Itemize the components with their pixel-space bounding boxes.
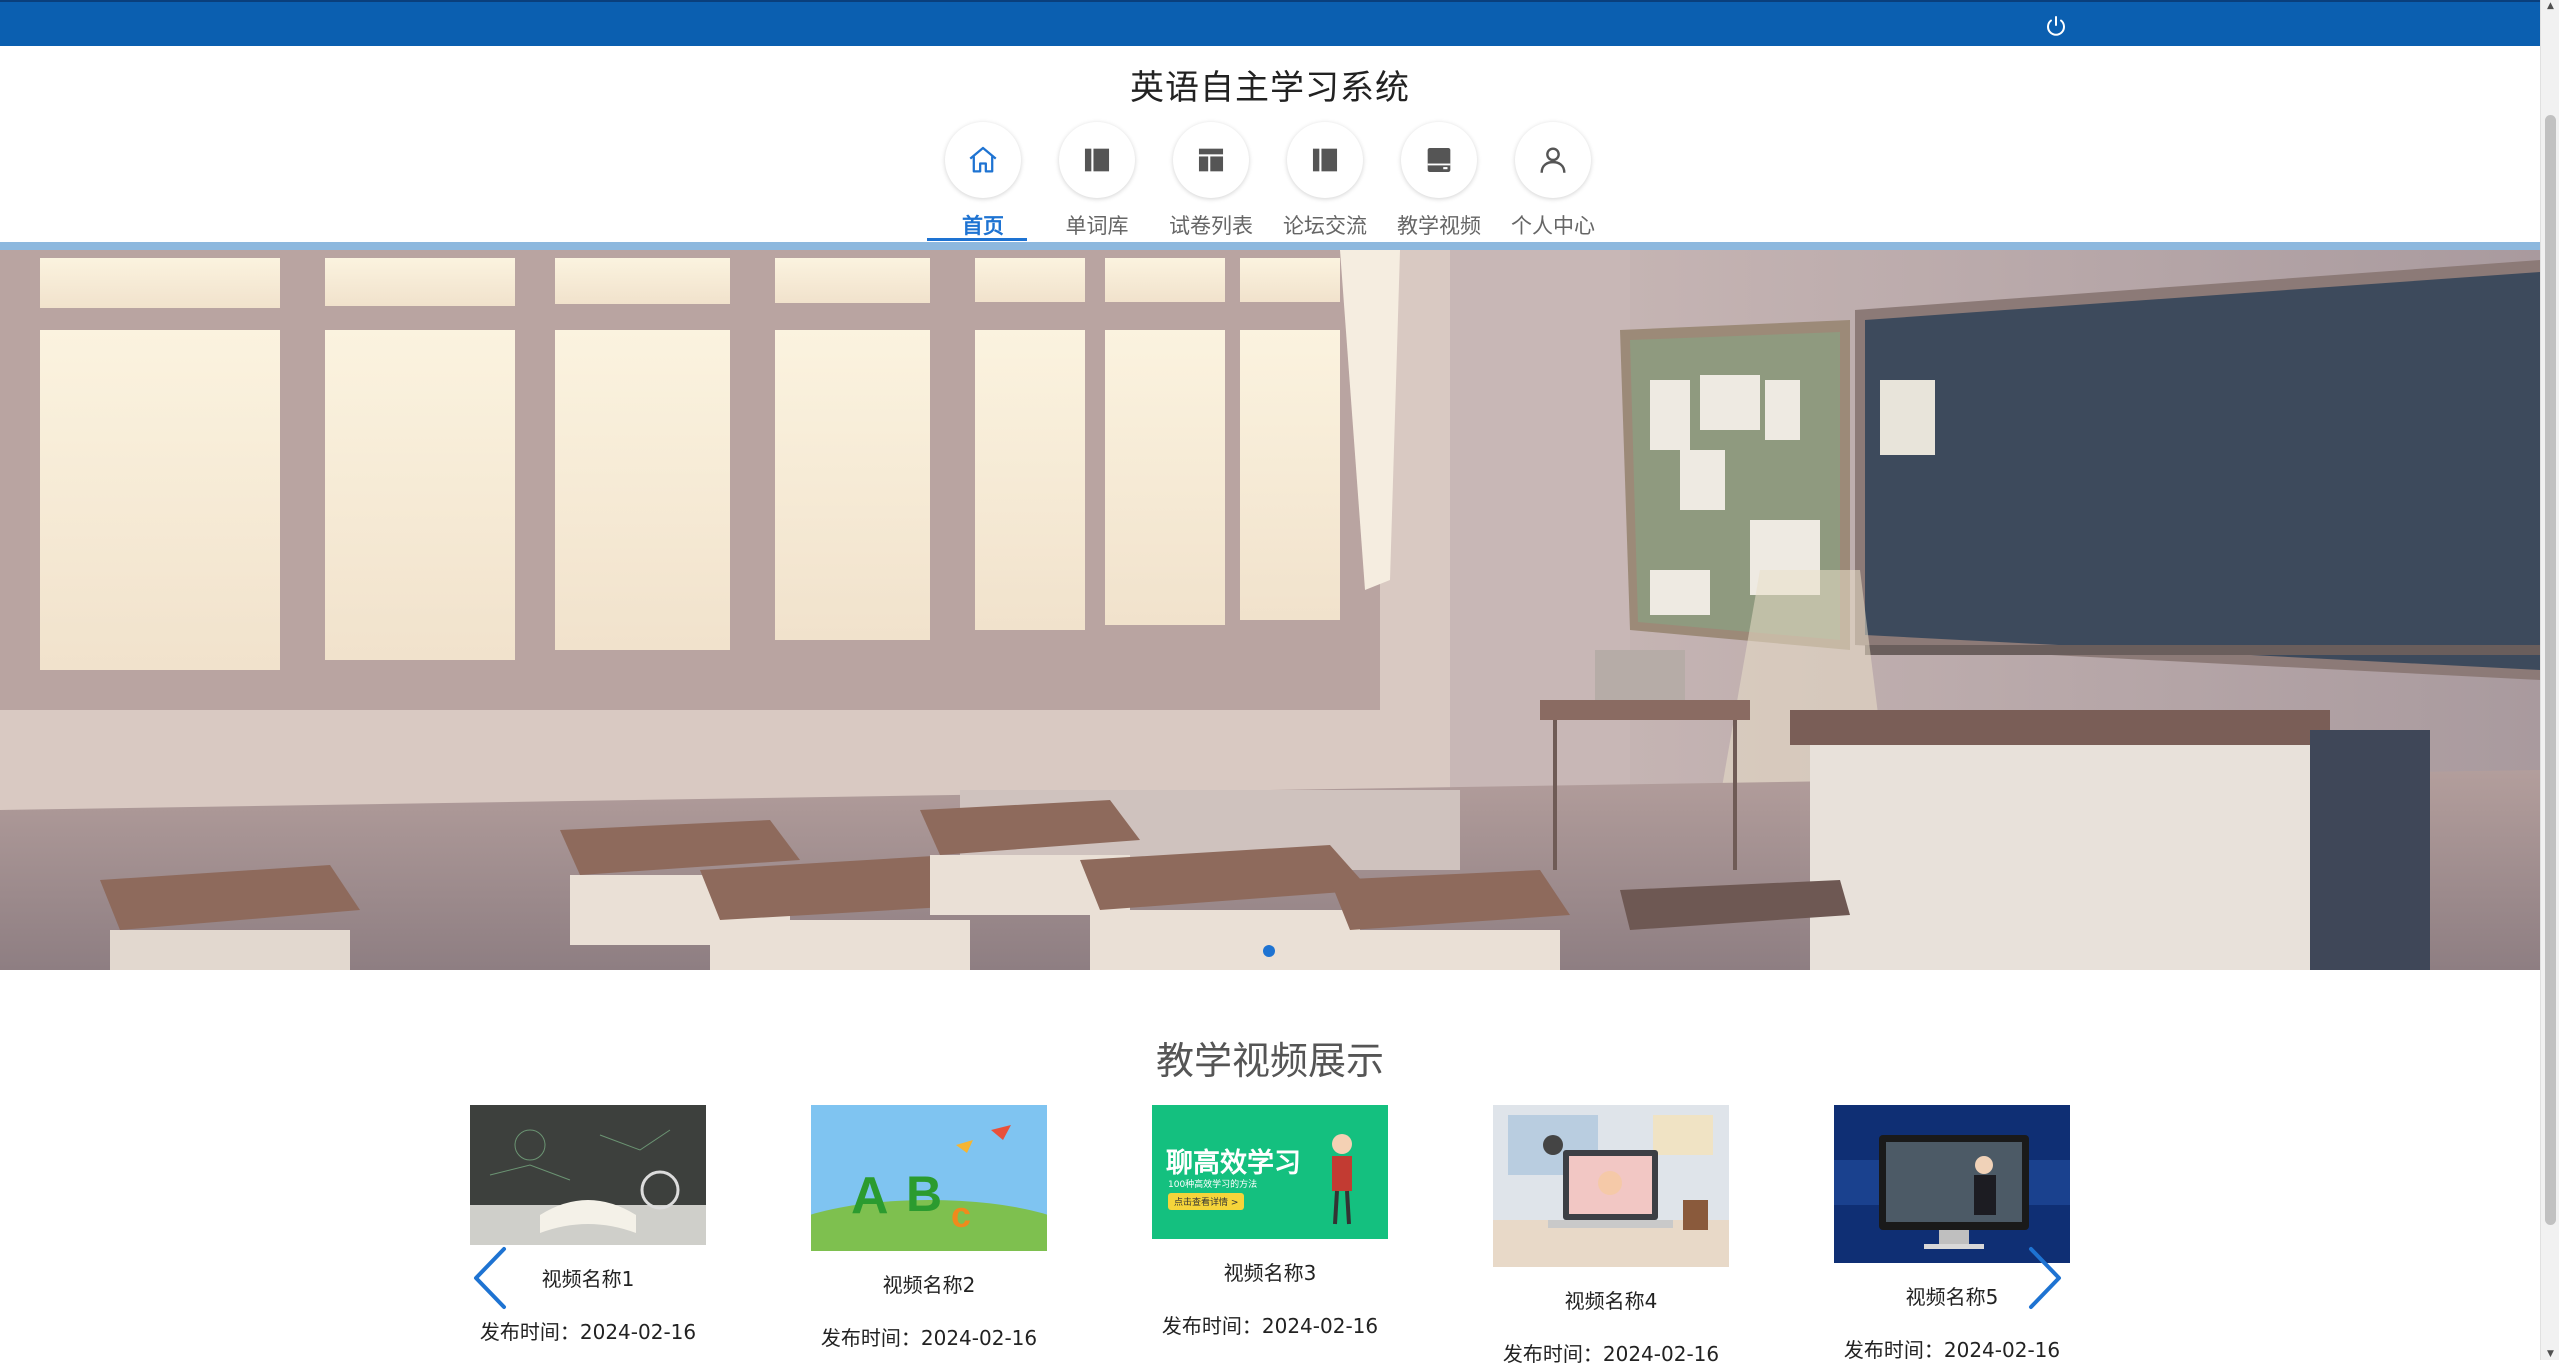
nav-active-indicator (927, 238, 1027, 241)
svg-text:B: B (906, 1166, 942, 1222)
date-label: 发布时间： (1502, 1342, 1603, 1366)
nav-label: 首页 (962, 214, 1004, 238)
nav-label: 单词库 (1065, 214, 1129, 238)
layout-icon (1173, 122, 1249, 198)
video-date: 发布时间：2024-02-16 (470, 1316, 706, 1345)
video-name: 视频名称4 (1564, 1289, 1658, 1313)
top-bar (0, 0, 2540, 46)
user-icon (1515, 122, 1591, 198)
nav-label: 教学视频 (1397, 214, 1481, 238)
nav-divider (0, 242, 2540, 250)
carousel-dot[interactable] (1263, 945, 1275, 957)
video-card[interactable]: 聊高效学习 100种高效学习的方法 点击查看详情 > 视频名称3 发布时间：20… (1152, 1105, 1388, 1339)
date-label: 发布时间： (1161, 1314, 1262, 1338)
nav-item-profile[interactable]: 个人中心 (1496, 122, 1610, 240)
video-card[interactable]: 视频名称5 发布时间：2024-02-16 (1834, 1105, 2070, 1363)
nav-label: 论坛交流 (1283, 214, 1367, 238)
thumbnail-button: 点击查看详情 > (1168, 1193, 1245, 1210)
video-date: 发布时间：2024-02-16 (811, 1322, 1047, 1351)
date-value: 2024-02-16 (1602, 1342, 1720, 1366)
video-name: 视频名称2 (882, 1273, 976, 1297)
video-thumbnail: 聊高效学习 100种高效学习的方法 点击查看详情 > (1152, 1105, 1388, 1239)
video-thumbnail (1493, 1105, 1729, 1267)
video-card[interactable]: A B c 视频名称2 发布时间：2024-02-16 (811, 1105, 1047, 1351)
hero-banner[interactable] (0, 250, 2540, 970)
chevron-right-icon[interactable] (2025, 1243, 2065, 1313)
home-icon (945, 122, 1021, 198)
site-title: 英语自主学习系统 (1130, 68, 1410, 108)
chevron-left-icon[interactable] (470, 1243, 510, 1313)
cartoon-figure-icon (1332, 1134, 1352, 1225)
main-nav: 首页 单词库 试卷列表 论坛交流 教学视频 个人中心 (926, 122, 1610, 240)
video-thumbnail: A B c (811, 1105, 1047, 1251)
nav-item-videos[interactable]: 教学视频 (1382, 122, 1496, 240)
thumbnail-heading: 聊高效学习 (1166, 1148, 1301, 1179)
svg-text:c: c (951, 1194, 971, 1235)
date-value: 2024-02-16 (920, 1326, 1038, 1350)
panel-icon (1287, 122, 1363, 198)
date-label: 发布时间： (479, 1320, 580, 1344)
date-value: 2024-02-16 (579, 1320, 697, 1344)
svg-text:A: A (851, 1167, 889, 1225)
scroll-up-icon[interactable]: ▲ (2545, 0, 2556, 12)
drive-icon (1401, 122, 1477, 198)
nav-item-home[interactable]: 首页 (926, 122, 1040, 240)
video-name: 视频名称3 (1223, 1261, 1317, 1285)
nav-label: 个人中心 (1511, 214, 1595, 238)
thumbnail-subheading: 100种高效学习的方法 (1168, 1180, 1258, 1190)
nav-item-words[interactable]: 单词库 (1040, 122, 1154, 240)
date-label: 发布时间： (820, 1326, 921, 1350)
video-date: 发布时间：2024-02-16 (1152, 1310, 1388, 1339)
nav-label: 试卷列表 (1169, 214, 1253, 238)
video-thumbnail (470, 1105, 706, 1245)
date-value: 2024-02-16 (1943, 1338, 2061, 1362)
section-title: 教学视频展示 (1155, 1039, 1384, 1083)
nav-item-forum[interactable]: 论坛交流 (1268, 122, 1382, 240)
scroll-down-icon[interactable]: ▼ (2545, 1348, 2556, 1360)
classroom-illustration (0, 250, 2540, 970)
video-date: 发布时间：2024-02-16 (1834, 1334, 2070, 1363)
video-thumbnail (1834, 1105, 2070, 1263)
date-label: 发布时间： (1843, 1338, 1944, 1362)
scroll-thumb[interactable] (2545, 115, 2556, 1225)
nav-item-papers[interactable]: 试卷列表 (1154, 122, 1268, 240)
date-value: 2024-02-16 (1261, 1314, 1379, 1338)
panel-icon (1059, 122, 1135, 198)
video-card[interactable]: 视频名称4 发布时间：2024-02-16 (1493, 1105, 1729, 1367)
video-date: 发布时间：2024-02-16 (1493, 1338, 1729, 1367)
power-icon[interactable] (2043, 13, 2069, 39)
page-scrollbar[interactable]: ▲ ▼ (2540, 0, 2559, 1360)
